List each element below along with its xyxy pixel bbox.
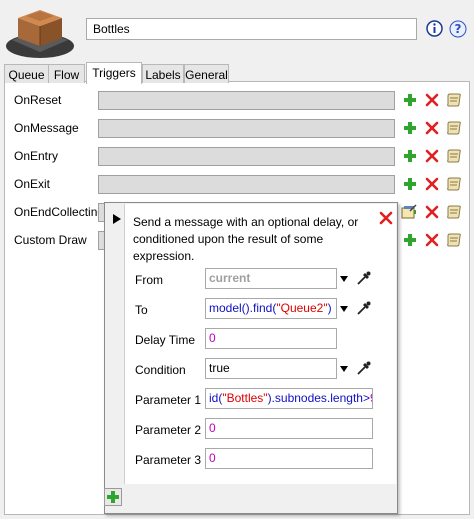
condition-eyedropper-icon[interactable] xyxy=(356,360,372,376)
onentry-template-icon[interactable] xyxy=(446,148,462,164)
param1-value-command: id( xyxy=(209,391,223,405)
trigger-label-onentry: OnEntry xyxy=(14,149,59,163)
param1-value-number: 90 xyxy=(370,391,372,405)
to-value-command: model().find( xyxy=(209,301,277,315)
to-value-string: "Queue2" xyxy=(276,301,328,315)
onreset-delete-icon[interactable] xyxy=(424,92,440,108)
from-value: current xyxy=(209,271,251,285)
parameter-1-label: Parameter 1 xyxy=(135,393,202,407)
trigger-label-onexit: OnExit xyxy=(14,177,51,191)
tab-labels[interactable]: Labels xyxy=(142,64,184,83)
tab-flow[interactable]: Flow xyxy=(48,64,85,83)
onendcollecting-delete-icon[interactable] xyxy=(424,204,440,220)
onexit-field[interactable] xyxy=(98,175,395,194)
popup-description: Send a message with an optional delay, o… xyxy=(133,215,359,263)
tab-triggers[interactable]: Triggers xyxy=(86,62,142,84)
to-eyedropper-icon[interactable] xyxy=(356,300,372,316)
parameter-2-field[interactable]: 0 xyxy=(205,418,373,439)
condition-dropdown-icon[interactable] xyxy=(340,366,348,372)
from-eyedropper-icon[interactable] xyxy=(356,270,372,286)
parameter-2-label: Parameter 2 xyxy=(135,423,202,437)
trigger-label-onreset: OnReset xyxy=(14,93,62,107)
trigger-label-onmessage: OnMessage xyxy=(14,121,79,135)
info-icon[interactable] xyxy=(426,20,443,37)
condition-value: true xyxy=(209,361,230,375)
close-icon[interactable] xyxy=(378,210,394,226)
param1-value-string: "Bottles" xyxy=(222,391,268,405)
add-button[interactable] xyxy=(104,488,122,506)
svg-text:?: ? xyxy=(455,22,462,36)
parameter-2-value: 0 xyxy=(209,421,216,435)
delay-time-label: Delay Time xyxy=(135,333,196,347)
onendcollecting-properties-icon[interactable] xyxy=(401,204,417,220)
collapse-triangle-icon[interactable] xyxy=(113,214,121,224)
onentry-delete-icon[interactable] xyxy=(424,148,440,164)
from-label: From xyxy=(135,273,163,287)
onreset-template-icon[interactable] xyxy=(446,92,462,108)
onmessage-template-icon[interactable] xyxy=(446,120,462,136)
onentry-add-icon[interactable] xyxy=(402,148,418,164)
add-icon xyxy=(107,491,119,503)
object-name-input[interactable]: Bottles xyxy=(86,18,417,40)
delay-time-field[interactable]: 0 xyxy=(205,328,337,349)
condition-label: Condition xyxy=(135,363,186,377)
onexit-delete-icon[interactable] xyxy=(424,176,440,192)
to-label: To xyxy=(135,303,148,317)
onmessage-delete-icon[interactable] xyxy=(424,120,440,136)
delay-time-value: 0 xyxy=(209,331,216,345)
parameter-3-label: Parameter 3 xyxy=(135,453,202,467)
trigger-label-customdraw: Custom Draw xyxy=(14,233,87,247)
onreset-add-icon[interactable] xyxy=(402,92,418,108)
trigger-label-onendcollecting: OnEndCollecting xyxy=(14,205,105,219)
onexit-add-icon[interactable] xyxy=(402,176,418,192)
parameter-3-value: 0 xyxy=(209,451,216,465)
tab-general[interactable]: General xyxy=(184,64,229,83)
customdraw-add-icon[interactable] xyxy=(402,232,418,248)
to-field[interactable]: model().find("Queue2") xyxy=(205,298,337,319)
parameter-1-field[interactable]: id("Bottles").subnodes.length>90 xyxy=(205,388,373,409)
param1-value-expr: ).subnodes.length> xyxy=(267,391,370,405)
onmessage-add-icon[interactable] xyxy=(402,120,418,136)
onentry-field[interactable] xyxy=(98,147,395,166)
customdraw-delete-icon[interactable] xyxy=(424,232,440,248)
customdraw-template-icon[interactable] xyxy=(446,232,462,248)
onendcollecting-template-icon[interactable] xyxy=(446,204,462,220)
to-value-close: ) xyxy=(327,301,332,315)
tab-queue[interactable]: Queue xyxy=(4,64,49,83)
onreset-field[interactable] xyxy=(98,91,395,110)
from-field[interactable]: current xyxy=(205,268,337,289)
parameter-3-field[interactable]: 0 xyxy=(205,448,373,469)
help-icon[interactable]: ? xyxy=(449,20,467,38)
queue-object-icon xyxy=(6,10,74,58)
from-dropdown-icon[interactable] xyxy=(340,276,348,282)
condition-field[interactable]: true xyxy=(205,358,337,379)
onexit-template-icon[interactable] xyxy=(446,176,462,192)
onmessage-field[interactable] xyxy=(98,119,395,138)
to-dropdown-icon[interactable] xyxy=(340,306,348,312)
